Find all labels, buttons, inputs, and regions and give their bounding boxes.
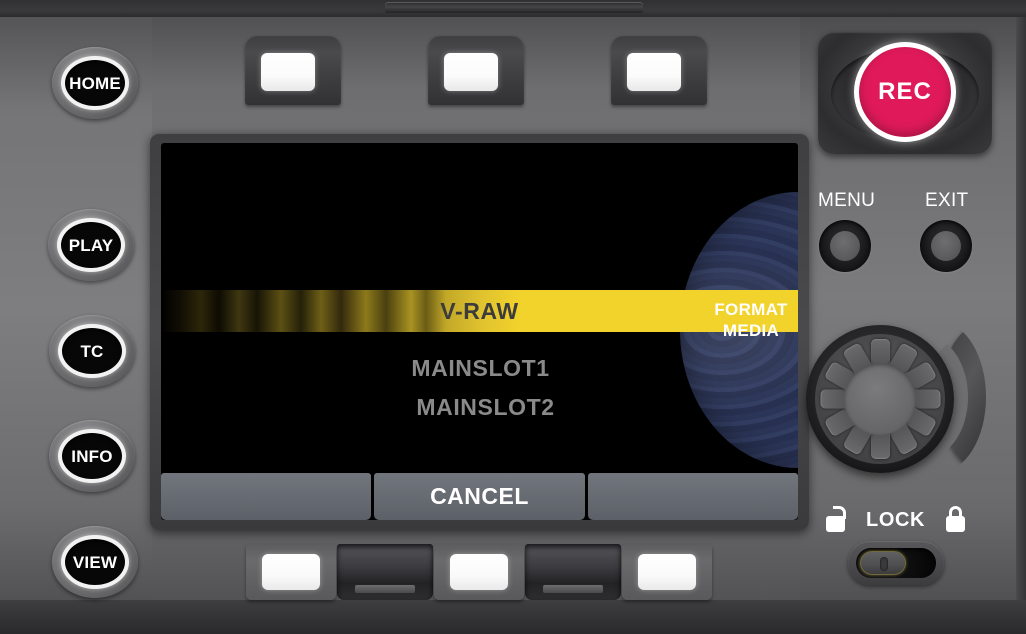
top-rail	[0, 0, 1026, 17]
bottom-rail	[0, 600, 1026, 634]
lock-switch-thumb[interactable]	[860, 551, 906, 575]
home-button-label: HOME	[69, 73, 121, 93]
lock-label: LOCK	[866, 509, 926, 531]
lcd-bottom-tabstrip: CANCEL	[161, 473, 798, 520]
info-button-cap: INFO	[58, 429, 126, 483]
home-button[interactable]: HOME	[52, 47, 138, 119]
rec-button[interactable]: REC	[854, 42, 956, 142]
menu-knob[interactable]	[819, 220, 871, 272]
menu-item-v-raw[interactable]: V-RAW	[161, 290, 798, 332]
lcd-screen: FORMAT MEDIA V-RAW MAINSLOT1 MAINSLOT2 C…	[161, 143, 798, 520]
menu-item-mainslot1-label: MAINSLOT1	[411, 354, 550, 381]
lcd-tab-cancel[interactable]: CANCEL	[374, 473, 585, 520]
exit-knob-label: EXIT	[925, 190, 969, 211]
info-button-label: INFO	[71, 446, 113, 466]
soft-key-bottom-3[interactable]	[622, 544, 712, 600]
padlock-closed-body	[946, 516, 965, 532]
lcd-top-tabstrip	[161, 143, 798, 190]
soft-key-top-3[interactable]	[611, 35, 707, 105]
soft-key-bottom-3-cap	[638, 554, 696, 590]
lock-switch-track	[856, 548, 936, 578]
soft-key-top-2[interactable]	[428, 35, 524, 105]
top-vent-slot	[385, 2, 643, 13]
soft-key-top-2-cap	[444, 53, 498, 91]
lcd-screen-body: FORMAT MEDIA V-RAW MAINSLOT1 MAINSLOT2	[161, 190, 798, 473]
tc-button[interactable]: TC	[49, 315, 135, 387]
exit-knob[interactable]	[920, 220, 972, 272]
card-slot-2[interactable]	[525, 544, 621, 600]
play-button[interactable]: PLAY	[48, 209, 134, 281]
menu-item-v-raw-label: V-RAW	[440, 297, 519, 324]
tc-button-cap: TC	[58, 324, 126, 378]
soft-key-bottom-1[interactable]	[246, 544, 336, 600]
info-button[interactable]: INFO	[49, 420, 135, 492]
view-button-label: VIEW	[72, 552, 118, 572]
soft-key-bottom-2-cap	[450, 554, 508, 590]
lcd-tab-bottom-left[interactable]	[161, 473, 372, 520]
rec-button-label: REC	[878, 78, 932, 105]
soft-key-top-1-cap	[261, 53, 315, 91]
lcd-menu-list: V-RAW MAINSLOT1 MAINSLOT2	[161, 190, 798, 473]
menu-item-mainslot2[interactable]: MAINSLOT2	[161, 388, 798, 426]
soft-key-bottom-2[interactable]	[434, 544, 524, 600]
play-button-cap: PLAY	[57, 218, 125, 272]
card-slot-1[interactable]	[337, 544, 433, 600]
right-edge-trim	[1016, 17, 1026, 600]
play-button-label: PLAY	[68, 235, 114, 255]
soft-key-top-1[interactable]	[245, 35, 341, 105]
lcd-tab-bottom-right[interactable]	[587, 473, 798, 520]
jog-dial[interactable]	[806, 325, 954, 473]
soft-key-top-3-cap	[627, 53, 681, 91]
home-button-cap: HOME	[61, 56, 129, 110]
menu-knob-label: MENU	[818, 190, 876, 211]
lock-switch[interactable]	[848, 541, 944, 585]
jog-dial-hub[interactable]	[844, 363, 916, 435]
soft-key-bottom-1-cap	[262, 554, 320, 590]
menu-item-mainslot1[interactable]: MAINSLOT1	[161, 349, 798, 387]
lcd-housing: FORMAT MEDIA V-RAW MAINSLOT1 MAINSLOT2 C…	[150, 133, 809, 530]
padlock-open-body	[826, 516, 845, 532]
view-button-cap: VIEW	[61, 535, 129, 589]
control-panel: HOME PLAY TC INFO VIEW FORMAT MEDIA V-RA…	[0, 0, 1026, 634]
tc-button-label: TC	[80, 341, 104, 361]
view-button[interactable]: VIEW	[52, 526, 138, 598]
menu-item-mainslot2-label: MAINSLOT2	[416, 393, 555, 420]
